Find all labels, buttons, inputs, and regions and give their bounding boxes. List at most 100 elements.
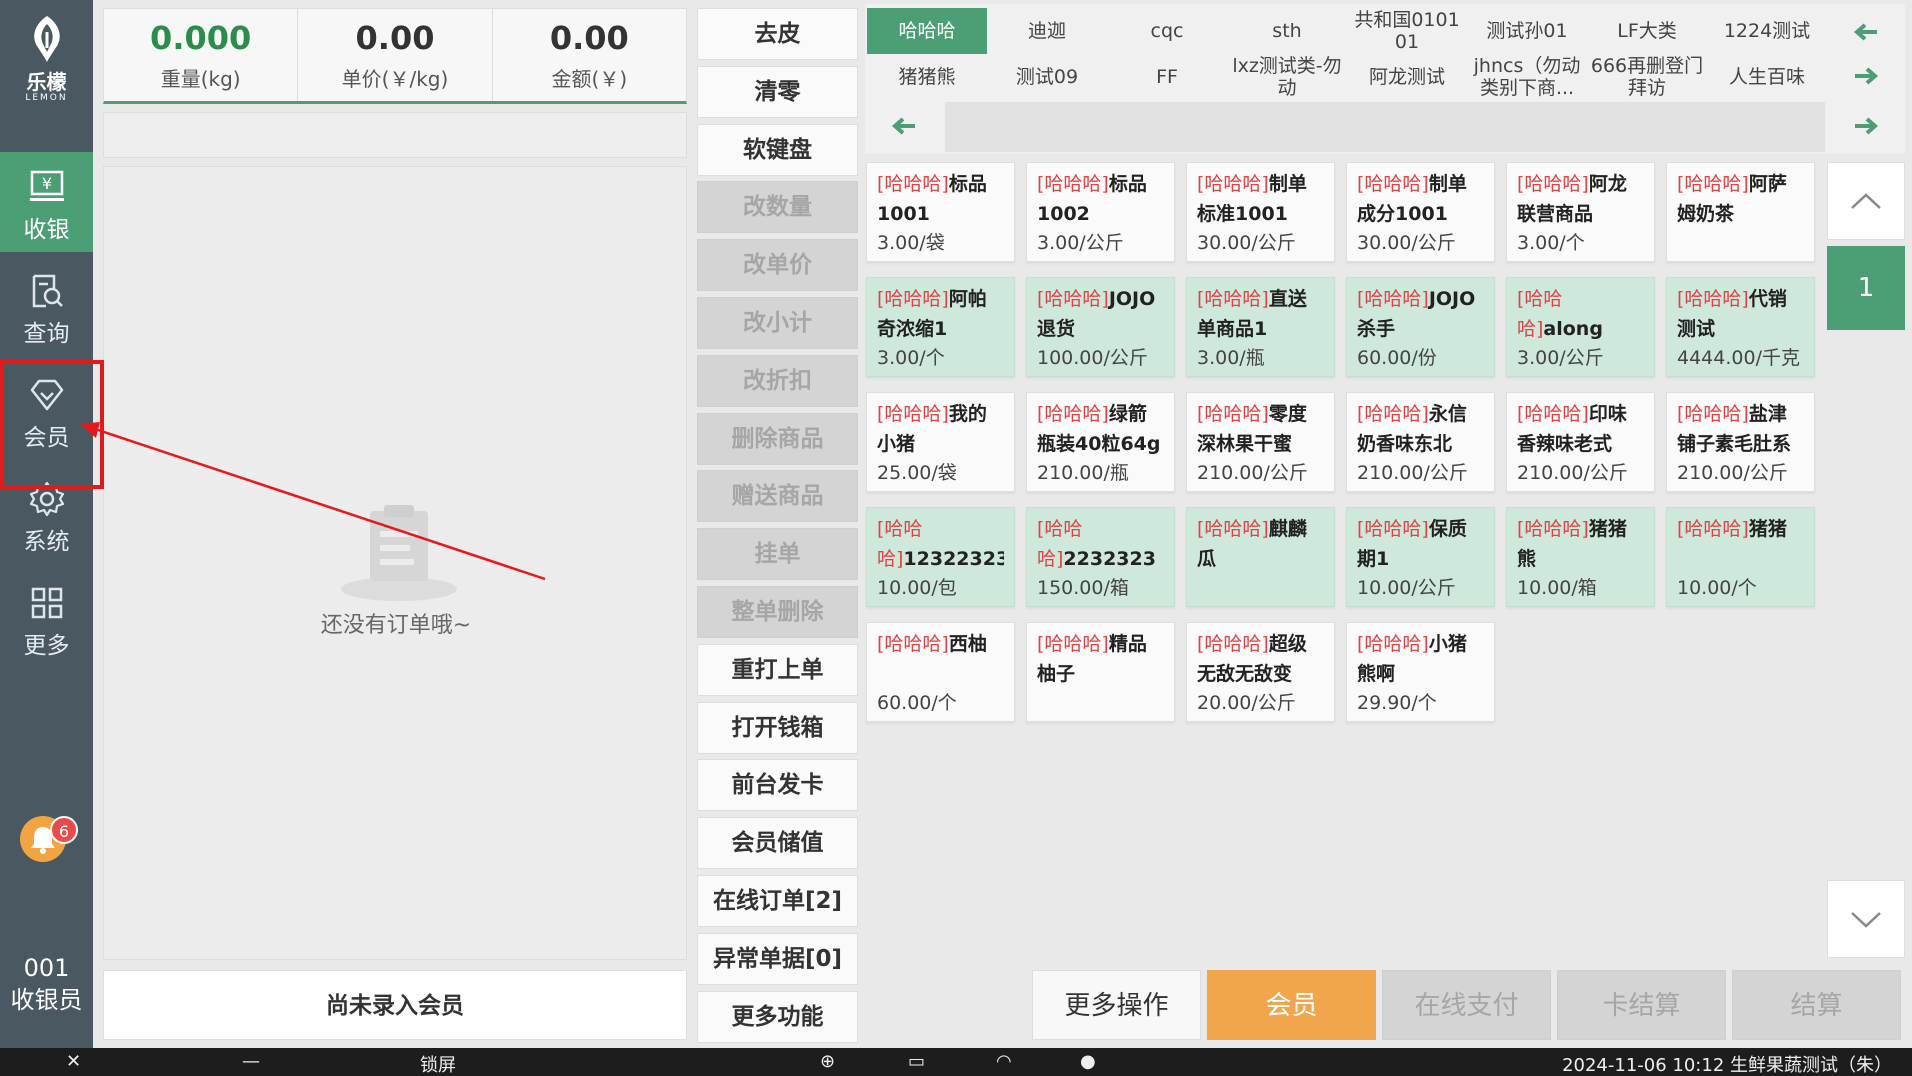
operation-button[interactable]: 重打上单 — [697, 643, 858, 696]
operation-button[interactable]: 挂单 — [697, 528, 858, 581]
operation-button[interactable]: 会员储值 — [697, 817, 858, 870]
product-card[interactable]: [哈哈哈]12322323 10.00/包 — [866, 507, 1015, 607]
operation-button[interactable]: 改折扣 — [697, 354, 858, 407]
monitor-icon[interactable]: ▭ — [908, 1051, 925, 1072]
product-card[interactable]: [哈哈哈]精品柚子 — [1026, 622, 1175, 722]
category-tab[interactable]: lxz测试类-勿动 — [1227, 54, 1347, 100]
product-card[interactable]: [哈哈哈]2232323 150.00/箱 — [1026, 507, 1175, 607]
category-tab[interactable]: 阿龙测试 — [1347, 54, 1467, 100]
category-tab[interactable]: 猪猪熊 — [867, 54, 987, 100]
product-card[interactable]: [哈哈哈]JOJO杀手 60.00/份 — [1346, 277, 1495, 377]
operation-button[interactable]: 删除商品 — [697, 412, 858, 465]
product-name: [哈哈哈]小猪熊啊 — [1357, 629, 1484, 689]
product-price: 30.00/公斤 — [1197, 232, 1296, 254]
product-category-tag: [哈哈哈] — [1197, 633, 1269, 655]
product-card[interactable]: [哈哈哈]代销测试 4444.00/千克 — [1666, 277, 1815, 377]
product-card[interactable]: [哈哈哈]超级无敌无敌变态... 20.00/公斤 — [1186, 622, 1335, 722]
product-category-tag: [哈哈哈] — [877, 288, 949, 310]
product-card[interactable]: [哈哈哈]印味香辣味老式长... 210.00/公斤 — [1506, 392, 1655, 492]
more-operations-button[interactable]: 更多操作 — [1032, 970, 1201, 1040]
lock-screen-label[interactable]: 锁屏 — [420, 1051, 456, 1076]
operation-button[interactable]: 前台发卡 — [697, 759, 858, 812]
product-card[interactable]: [哈哈哈]阿龙联营商品 3.00/个 — [1506, 162, 1655, 262]
page-down-button[interactable] — [1827, 880, 1905, 958]
product-price: 60.00/份 — [1357, 347, 1437, 369]
close-icon[interactable]: ✕ — [66, 1051, 81, 1072]
product-card[interactable]: [哈哈哈]制单标准1001 30.00/公斤 — [1186, 162, 1335, 262]
globe-icon[interactable]: ⊕ — [820, 1051, 835, 1072]
wifi-icon[interactable]: ◠ — [996, 1051, 1012, 1072]
product-card[interactable]: [哈哈哈]JOJO退货 100.00/公斤 — [1026, 277, 1175, 377]
operation-button[interactable]: 改小计 — [697, 297, 858, 349]
product-card[interactable]: [哈哈哈]阿帕奇浓缩1 3.00/个 — [866, 277, 1015, 377]
product-card[interactable]: [哈哈哈]标品1002 3.00/公斤 — [1026, 162, 1175, 262]
operation-button[interactable]: 去皮 — [697, 8, 858, 60]
sidebar-item-cashier[interactable]: ¥ 收银 — [0, 152, 93, 252]
product-name: [哈哈哈]阿萨姆奶茶 — [1677, 169, 1804, 229]
product-card[interactable]: [哈哈哈]along 3.00/公斤 — [1506, 277, 1655, 377]
product-name: [哈哈哈]猪猪 — [1677, 514, 1804, 574]
operation-button[interactable]: 赠送商品 — [697, 470, 858, 523]
category-tab[interactable]: sth — [1227, 8, 1347, 54]
category-tab[interactable]: 迪迦 — [987, 8, 1107, 54]
product-card[interactable]: [哈哈哈]麒麟瓜 — [1186, 507, 1335, 607]
operation-button[interactable]: 更多功能 — [697, 990, 858, 1043]
product-card[interactable]: [哈哈哈]保质期1 10.00/公斤 — [1346, 507, 1495, 607]
operation-button[interactable]: 软键盘 — [697, 123, 858, 176]
product-card[interactable]: [哈哈哈]直送单商品1 3.00/瓶 — [1186, 277, 1335, 377]
amount-label: 金额(￥) — [551, 67, 628, 91]
scroll-right-arrow-icon[interactable] — [1846, 106, 1886, 146]
product-name: [哈哈哈]JOJO退货 — [1037, 284, 1164, 344]
category-tab[interactable]: 666再删登门拜访 — [1587, 54, 1707, 100]
product-card[interactable]: [哈哈哈]永信奶香味东北小... 210.00/公斤 — [1346, 392, 1495, 492]
category-tab[interactable]: 哈哈哈 — [867, 8, 987, 54]
operation-button[interactable]: 改单价 — [697, 239, 858, 292]
scroll-left-arrow-icon[interactable] — [884, 106, 924, 146]
product-category-tag: [哈哈哈] — [1517, 518, 1589, 540]
category-tab[interactable]: FF — [1107, 54, 1227, 100]
operation-button[interactable]: 整单删除 — [697, 586, 858, 638]
amount-value: 0.00 — [549, 19, 629, 57]
category-tab[interactable]: 测试孙01 — [1467, 8, 1587, 54]
sidebar-item-more[interactable]: 更多 — [0, 568, 93, 668]
product-card[interactable]: [哈哈哈]小猪熊啊 29.90/个 — [1346, 622, 1495, 722]
product-price: 3.00/瓶 — [1197, 347, 1265, 369]
product-card[interactable]: [哈哈哈]制单成分1001 30.00/公斤 — [1346, 162, 1495, 262]
product-card[interactable]: [哈哈哈]西柚 60.00/个 — [866, 622, 1015, 722]
category-tab[interactable]: cqc — [1107, 8, 1227, 54]
product-card[interactable]: [哈哈哈]我的小猪 25.00/袋 — [866, 392, 1015, 492]
operation-button[interactable]: 清零 — [697, 65, 858, 118]
operation-button[interactable]: 在线订单[2] — [697, 875, 858, 927]
product-card[interactable]: [哈哈哈]零度深林果干蜜饯... 210.00/公斤 — [1186, 392, 1335, 492]
product-card[interactable]: [哈哈哈]标品1001 3.00/袋 — [866, 162, 1015, 262]
category-next-arrow-icon[interactable] — [1846, 56, 1886, 96]
category-prev-arrow-icon[interactable] — [1846, 12, 1886, 52]
page-up-button[interactable] — [1827, 162, 1905, 240]
product-name: [哈哈哈]直送单商品1 — [1197, 284, 1324, 344]
product-card[interactable]: [哈哈哈]绿箭瓶装40粒64g 210.00/瓶 — [1026, 392, 1175, 492]
card-settle-button[interactable]: 卡结算 — [1557, 970, 1726, 1040]
product-card[interactable]: [哈哈哈]猪猪熊 10.00/箱 — [1506, 507, 1655, 607]
operation-button[interactable]: 打开钱箱 — [697, 701, 858, 754]
minimize-icon[interactable]: — — [242, 1051, 260, 1072]
category-tab[interactable]: 共和国0101 01 — [1347, 8, 1467, 54]
unit-price-value: 0.00 — [355, 19, 435, 57]
online-pay-button[interactable]: 在线支付 — [1382, 970, 1551, 1040]
product-price: 100.00/公斤 — [1037, 347, 1148, 369]
member-button[interactable]: 会员 — [1207, 970, 1376, 1040]
category-tab[interactable]: LF大类 — [1587, 8, 1707, 54]
settle-button[interactable]: 结算 — [1732, 970, 1901, 1040]
category-tab[interactable]: jhncs（勿动类别下商... — [1467, 54, 1587, 100]
operation-button[interactable]: 异常单据[0] — [697, 932, 858, 985]
category-tab[interactable]: 测试09 — [987, 54, 1107, 100]
operation-button[interactable]: 改数量 — [697, 181, 858, 234]
product-card[interactable]: [哈哈哈]盐津铺子素毛肚系列 210.00/公斤 — [1666, 392, 1815, 492]
member-entry-bar[interactable]: 尚未录入会员 — [103, 970, 687, 1040]
category-tab[interactable]: 1224测试 — [1707, 8, 1827, 54]
logo-text-cn: 乐檬 — [26, 70, 67, 94]
category-tab[interactable]: 人生百味 — [1707, 54, 1827, 100]
product-card[interactable]: [哈哈哈]猪猪 10.00/个 — [1666, 507, 1815, 607]
product-card[interactable]: [哈哈哈]阿萨姆奶茶 — [1666, 162, 1815, 262]
product-price: 210.00/瓶 — [1037, 462, 1129, 484]
sidebar-item-query[interactable]: 查询 — [0, 256, 93, 356]
